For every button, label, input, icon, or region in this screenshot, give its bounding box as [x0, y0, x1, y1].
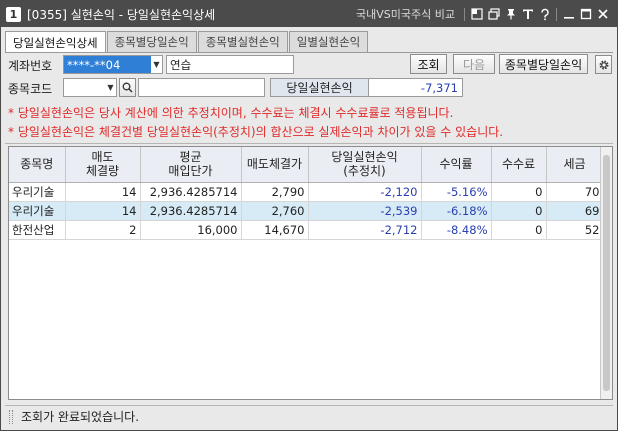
tab-realized-pnl-by-stock[interactable]: 종목별실현손익 [197, 31, 288, 52]
status-bar: 조회가 완료되었습니다. [5, 405, 613, 427]
tab-daily-pnl-by-stock[interactable]: 종목별당일손익 [106, 31, 197, 52]
next-button[interactable]: 다음 [453, 54, 495, 74]
title-controls: 국내VS미국주식 비교 [356, 5, 617, 23]
stock-search-button[interactable] [119, 78, 136, 97]
col-header-sell-qty[interactable]: 매도 체결량 [65, 147, 141, 183]
col-header-realized-pnl[interactable]: 당일실현손익 (추정치) [308, 147, 422, 183]
cell-sell-price: 14,670 [241, 220, 309, 240]
notice-divider [5, 143, 613, 144]
table-row[interactable]: 우리기술 14 2,936.4285714 2,760 -2,539 -6.18… [9, 201, 604, 221]
stock-name-field [138, 78, 265, 97]
cell-return-rate: -5.16% [421, 182, 492, 202]
status-message: 조회가 완료되었습니다. [21, 410, 140, 424]
account-dropdown-button[interactable]: ▼ [151, 55, 163, 74]
window-number-badge: 1 [6, 6, 21, 22]
cell-fee: 0 [491, 201, 547, 221]
col-header-return-rate[interactable]: 수익률 [421, 147, 492, 183]
grip-icon [9, 409, 13, 424]
col-header-stock-name[interactable]: 종목명 [9, 147, 66, 183]
copy-window-icon[interactable] [485, 5, 502, 23]
settings-button[interactable] [595, 55, 612, 74]
cell-stock-name: 한전산업 [9, 220, 66, 240]
cell-sell-qty: 2 [65, 220, 141, 240]
cell-return-rate: -8.48% [421, 220, 492, 240]
table-row[interactable]: 우리기술 14 2,936.4285714 2,790 -2,120 -5.16… [9, 182, 604, 202]
query-button[interactable]: 조회 [410, 54, 447, 74]
cell-sell-qty: 14 [65, 182, 141, 202]
cell-sell-price: 2,790 [241, 182, 309, 202]
cell-fee: 0 [491, 182, 547, 202]
cell-stock-name: 우리기술 [9, 182, 66, 202]
account-name-field: 연습 [166, 55, 294, 74]
cell-realized-pnl: -2,712 [308, 220, 422, 240]
pin-icon[interactable] [502, 5, 519, 23]
cell-sell-price: 2,760 [241, 201, 309, 221]
tab-bar: 당일실현손익상세 종목별당일손익 종목별실현손익 일별실현손익 [5, 31, 369, 53]
cell-return-rate: -6.18% [421, 201, 492, 221]
tab-divider [5, 52, 613, 53]
notice-difference: * 당일실현손익은 체결건별 당일실현손익(추정치)의 합산으로 실제손익과 차… [8, 125, 504, 139]
stock-code-dropdown-button[interactable]: ▼ [105, 78, 117, 97]
table-header-row: 종목명 매도 체결량 평균 매입단가 매도체결가 당일실현손익 (추정치) 수익률 수… [9, 147, 604, 183]
title-divider [556, 7, 557, 21]
chevron-down-icon: ▼ [153, 60, 160, 69]
stock-code-label: 종목코드 [8, 82, 53, 96]
stock-code-input[interactable] [63, 78, 106, 97]
col-header-avg-buy-price[interactable]: 평균 매입단가 [140, 147, 242, 183]
cell-realized-pnl: -2,539 [308, 201, 422, 221]
cell-stock-name: 우리기술 [9, 201, 66, 221]
cell-avg-buy-price: 2,936.4285714 [140, 201, 242, 221]
account-label: 계좌번호 [8, 59, 53, 73]
cell-sell-qty: 14 [65, 201, 141, 221]
tab-daily-realized-pnl[interactable]: 일별실현손익 [288, 31, 369, 52]
cell-avg-buy-price: 16,000 [140, 220, 242, 240]
cell-tax: 70 [546, 182, 604, 202]
tab-daily-realized-detail[interactable]: 당일실현손익상세 [5, 31, 106, 53]
chevron-down-icon: ▼ [107, 83, 114, 92]
realized-pnl-table: 종목명 매도 체결량 평균 매입단가 매도체결가 당일실현손익 (추정치) 수익률 수… [9, 147, 604, 240]
realized-pnl-window: 1 [0355] 실현손익 - 당일실현손익상세 국내VS미국주식 비교 당일실… [0, 0, 618, 431]
cell-realized-pnl: -2,120 [308, 182, 422, 202]
search-icon [122, 82, 133, 93]
window-title: [0355] 실현손익 - 당일실현손익상세 [27, 7, 216, 22]
cell-tax: 52 [546, 220, 604, 240]
col-header-tax[interactable]: 세금 [546, 147, 604, 183]
compare-link[interactable]: 국내VS미국주식 비교 [356, 6, 455, 22]
title-divider [464, 7, 465, 21]
daily-pnl-by-stock-button[interactable]: 종목별당일손익 [499, 54, 588, 74]
notice-estimate: * 당일실현손익은 당사 계산에 의한 추정치이며, 수수료는 체결시 수수료률… [8, 106, 454, 120]
col-header-fee[interactable]: 수수료 [491, 147, 547, 183]
close-icon[interactable] [594, 5, 611, 23]
account-number-field[interactable]: ****-**04 [63, 55, 152, 74]
cell-tax: 69 [546, 201, 604, 221]
help-icon[interactable] [536, 5, 553, 23]
title-bar[interactable]: 1 [0355] 실현손익 - 당일실현손익상세 국내VS미국주식 비교 [1, 1, 617, 27]
scrollbar-thumb[interactable] [603, 155, 610, 391]
maximize-icon[interactable] [577, 5, 594, 23]
gear-icon [598, 59, 609, 70]
link-window-icon[interactable] [468, 5, 485, 23]
table-row[interactable]: 한전산업 2 16,000 14,670 -2,712 -8.48% 0 52 [9, 220, 604, 240]
font-size-icon[interactable] [519, 5, 536, 23]
realized-pnl-grid[interactable]: 종목명 매도 체결량 평균 매입단가 매도체결가 당일실현손익 (추정치) 수익률 수… [8, 146, 613, 400]
cell-fee: 0 [491, 220, 547, 240]
daily-realized-pnl-label: 당일실현손익 [270, 78, 369, 97]
minimize-icon[interactable] [560, 5, 577, 23]
daily-realized-pnl-value: -7,371 [369, 78, 463, 97]
cell-avg-buy-price: 2,936.4285714 [140, 182, 242, 202]
col-header-sell-price[interactable]: 매도체결가 [241, 147, 309, 183]
vertical-scrollbar[interactable] [600, 147, 612, 399]
